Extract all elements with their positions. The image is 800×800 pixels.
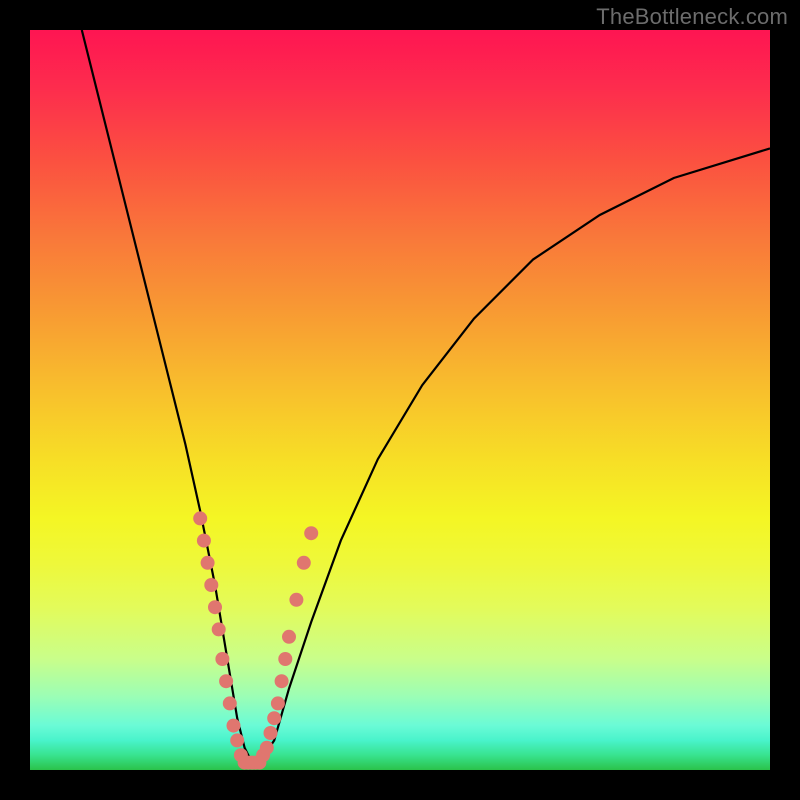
sample-dot <box>197 534 211 548</box>
plot-area <box>30 30 770 770</box>
bottleneck-curve <box>82 30 770 763</box>
sample-dot <box>230 733 244 747</box>
sample-dot <box>282 630 296 644</box>
sample-dot <box>278 652 292 666</box>
sample-dot <box>260 741 274 755</box>
sample-dot <box>289 593 303 607</box>
sample-dot <box>208 600 222 614</box>
sample-dot <box>304 526 318 540</box>
chart-svg <box>30 30 770 770</box>
sample-dot <box>193 511 207 525</box>
sample-dot <box>201 556 215 570</box>
sample-dot <box>297 556 311 570</box>
sample-dot <box>264 726 278 740</box>
sample-dot <box>267 711 281 725</box>
sample-dot <box>271 696 285 710</box>
sample-dot <box>204 578 218 592</box>
sample-dot <box>223 696 237 710</box>
sample-dot <box>215 652 229 666</box>
watermark-text: TheBottleneck.com <box>596 4 788 30</box>
chart-frame: TheBottleneck.com <box>0 0 800 800</box>
sample-dots-group <box>193 511 318 769</box>
sample-dot <box>212 622 226 636</box>
sample-dot <box>227 719 241 733</box>
sample-dot <box>275 674 289 688</box>
sample-dot <box>219 674 233 688</box>
